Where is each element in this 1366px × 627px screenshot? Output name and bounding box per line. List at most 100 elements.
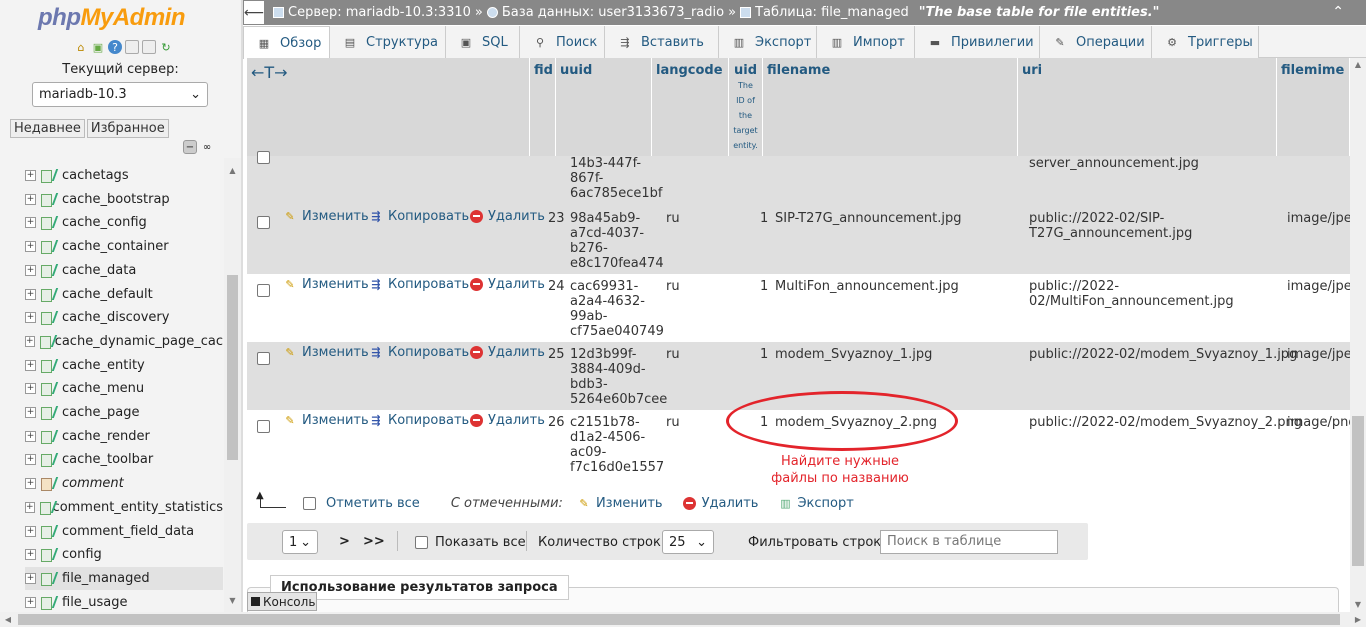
rows-count-select[interactable]: 25 ⌄ [662,530,714,554]
sidebar-table-cache-container[interactable]: + cache_container [25,235,223,258]
breadcrumb-server[interactable]: Сервер: mariadb-10.3:3310 [273,5,471,20]
column-header-filemime[interactable]: filemime [1277,58,1350,156]
column-header-langcode[interactable]: langcode [652,58,729,156]
collapse-up-icon[interactable]: ⌃ [1332,4,1344,20]
sidebar-table-comment[interactable]: + comment [25,472,223,495]
next-page-button[interactable]: > [339,534,350,549]
sidebar-table-cache-data[interactable]: + cache_data [25,259,223,282]
help-icon[interactable]: ? [108,40,122,54]
tab-insert[interactable]: ⇶ Вставить [605,26,719,58]
row-edit-button[interactable]: ✎ Изменить [283,345,368,360]
logout-icon[interactable]: ▣ [91,40,105,54]
expand-icon[interactable]: + [25,383,36,395]
collapse-all-icon[interactable]: − [183,140,197,154]
column-toggle-arrows[interactable]: ←T→ [247,58,530,156]
sidebar-table-comment-entity-statistics[interactable]: + comment_entity_statistics [25,496,223,519]
check-all-label[interactable]: Отметить все [326,496,420,511]
sidebar-table-cache-menu[interactable]: + cache_menu [25,377,223,400]
check-all-checkbox[interactable] [303,496,316,510]
expand-icon[interactable]: + [25,359,36,371]
sidebar-table-cache-render[interactable]: + cache_render [25,425,223,448]
tab-triggers[interactable]: ⚙ Триггеры [1152,26,1259,58]
expand-icon[interactable]: + [25,549,36,561]
row-copy-button[interactable]: ⇶ Копировать [369,413,469,428]
tab-operations[interactable]: ✎ Операции [1040,26,1152,58]
expand-icon[interactable]: + [25,525,36,537]
expand-icon[interactable]: + [25,572,36,584]
expand-icon[interactable]: + [25,264,36,276]
sidebar-scrollbar[interactable]: ▲ ▼ [224,158,241,612]
bulk-delete-button[interactable]: Удалить [683,496,758,511]
tab-export[interactable]: ▥ Экспорт [719,26,817,58]
tab-privileges[interactable]: ▬ Привилегии [915,26,1040,58]
sidebar-table-file-managed[interactable]: + file_managed [25,566,223,590]
row-edit-button[interactable]: ✎ Изменить [283,277,368,292]
filter-rows-input[interactable]: Поиск в таблице [880,530,1058,554]
tab-browse[interactable]: ▦ Обзор [243,26,330,59]
home-icon[interactable]: ⌂ [74,40,88,54]
sidebar-table-cache-bootstrap[interactable]: + cache_bootstrap [25,188,223,211]
expand-icon[interactable]: + [25,312,36,324]
last-page-button[interactable]: >> [363,534,385,549]
row-checkbox[interactable] [257,284,270,297]
row-copy-button[interactable]: ⇶ Копировать [369,209,469,224]
expand-icon[interactable]: + [25,501,35,513]
show-all-checkbox[interactable] [415,536,428,549]
row-delete-button[interactable]: Удалить [469,277,545,292]
scroll-right-icon[interactable]: ▶ [1350,612,1366,627]
expand-icon[interactable]: + [25,170,36,181]
row-delete-button[interactable]: Удалить [469,209,545,224]
horizontal-scrollbar[interactable]: ◀ ▶ [0,612,1366,627]
breadcrumb-table[interactable]: Таблица: file_managed [740,5,909,20]
sidebar-table-cache-config[interactable]: + cache_config [25,211,223,234]
sidebar-table-config[interactable]: + config [25,543,223,566]
row-checkbox[interactable] [257,216,270,229]
row-edit-button[interactable]: ✎ Изменить [283,413,368,428]
main-scroll-thumb[interactable] [1352,416,1364,566]
scroll-left-icon[interactable]: ◀ [0,612,16,627]
sidebar-scroll-thumb[interactable] [227,275,238,460]
sidebar-table-comment-field-data[interactable]: + comment_field_data [25,520,223,543]
expand-icon[interactable]: + [25,596,36,608]
pane-divider[interactable] [241,0,243,612]
sidebar-table-cachetags[interactable]: + cachetags [25,164,223,187]
expand-icon[interactable]: + [25,454,36,466]
expand-icon[interactable]: + [25,335,35,347]
column-header-uid[interactable]: uid The ID of the target entity. [729,58,763,156]
show-all-label[interactable]: Показать все [435,535,526,550]
main-vertical-scrollbar[interactable]: ▲ ▼ [1350,58,1366,612]
sidebar-table-cache-discovery[interactable]: + cache_discovery [25,306,223,329]
console-button[interactable]: Консоль [247,592,317,611]
row-edit-button[interactable]: ✎ Изменить [283,209,368,224]
sidebar-table-cache-entity[interactable]: + cache_entity [25,354,223,377]
tab-import[interactable]: ▥ Импорт [817,26,915,58]
row-checkbox[interactable] [257,352,270,365]
expand-icon[interactable]: + [25,478,36,490]
expand-icon[interactable]: + [25,241,36,253]
column-header-fid[interactable]: fid [530,58,556,156]
sidebar-table-cache-default[interactable]: + cache_default [25,283,223,306]
column-header-uuid[interactable]: uuid [556,58,652,156]
expand-icon[interactable]: + [25,407,36,418]
reload-icon[interactable]: ↻ [159,40,173,54]
back-arrow-icon[interactable]: ⟵ [243,0,265,25]
horizontal-scroll-thumb[interactable] [18,614,1340,625]
favorites-tab[interactable]: Избранное [86,119,169,138]
scroll-down-icon[interactable]: ▼ [1350,598,1366,612]
scroll-up-icon[interactable]: ▲ [1350,58,1366,72]
page-select[interactable]: 1 ⌄ [282,530,318,554]
tab-search[interactable]: ⚲ Поиск [520,26,605,58]
server-select[interactable]: mariadb-10.3 ⌄ [32,82,208,107]
bulk-export-button[interactable]: ▥ Экспорт [778,496,854,511]
sidebar-table-file-usage[interactable]: + file_usage [25,591,223,612]
expand-icon[interactable]: + [25,430,36,442]
expand-icon[interactable]: + [25,288,36,300]
scroll-up-icon[interactable]: ▲ [224,164,241,178]
scroll-down-icon[interactable]: ▼ [224,594,241,608]
expand-icon[interactable]: + [25,193,36,205]
recent-tab[interactable]: Недавнее [10,119,85,138]
settings-icon[interactable] [142,40,156,54]
link-icon[interactable]: ∞ [200,140,214,154]
expand-icon[interactable]: + [25,217,36,229]
sidebar-table-cache-toolbar[interactable]: + cache_toolbar [25,448,223,471]
